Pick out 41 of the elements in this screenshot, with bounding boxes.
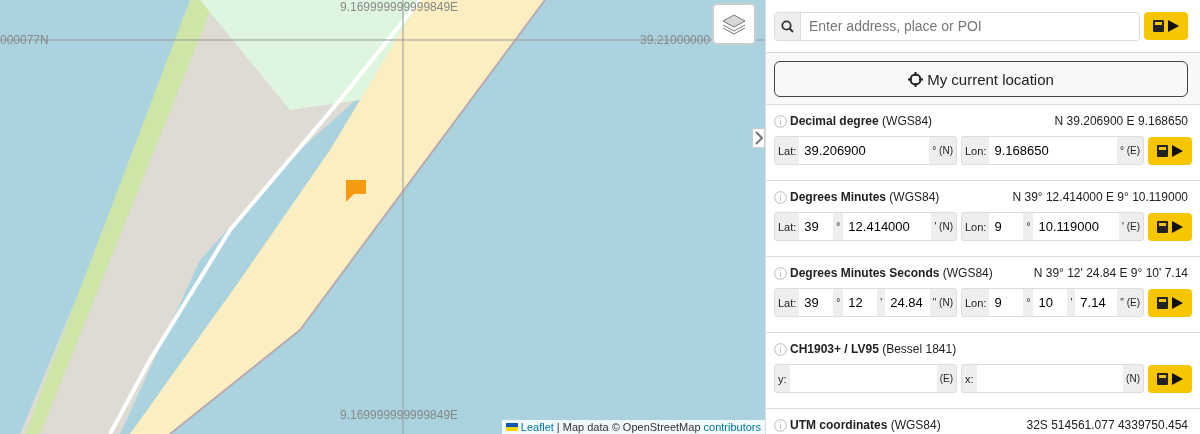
calculator-play-icon [1156,371,1184,386]
collapse-panel-button[interactable] [752,128,765,148]
coordinate-summary: N 39° 12.414000 E 9° 10.119000 [1012,190,1188,204]
zoom-search-icon [775,12,801,40]
calculate-button[interactable] [1148,212,1192,241]
search-field[interactable]: Enter address, place or POI [774,11,1140,41]
calculate-button[interactable] [1148,136,1192,165]
grid-label: 9.169999999999849E [340,408,459,422]
calculate-button[interactable] [1144,12,1188,40]
info-icon[interactable] [774,266,787,280]
info-icon[interactable] [774,342,787,356]
section-title: Degrees Minutes (WGS84) [790,190,940,204]
calculator-play-icon [1156,219,1184,234]
info-icon[interactable] [774,418,787,432]
section-title: Decimal degree (WGS84) [790,114,933,128]
layers-icon [721,12,747,36]
grid-label: 39.21000000 [640,33,711,47]
section-title: Degrees Minutes Seconds (WGS84) [790,266,993,280]
leaflet-link[interactable]: Leaflet [520,421,554,433]
grid-label: 9.169999999999849E [340,0,459,14]
grid-label: 000077N [0,33,49,47]
crosshair-icon [908,71,924,87]
calculate-button[interactable] [1148,288,1192,317]
calculate-button[interactable] [1148,364,1192,393]
calculator-play-icon [1156,143,1184,158]
calculator-play-icon [1152,19,1180,33]
chevron-right-icon [754,131,763,145]
layers-button[interactable] [712,3,756,45]
map-marker-icon[interactable] [346,180,366,202]
contributors-link[interactable]: contributors [703,421,761,433]
info-icon[interactable] [774,190,787,204]
coordinate-summary: N 39.206900 E 9.168650 [1054,114,1188,128]
coordinate-summary: N 39° 12' 24.84 E 9° 10' 7.14 [1033,266,1188,280]
section-title: CH1903+ / LV95 (Bessel 1841) [790,342,957,356]
attribution-text: | Map data © OpenStreetMap [556,421,701,433]
flag-icon [505,423,518,431]
coordinate-summary: 32S 514561.077 4339750.454 [1026,418,1188,432]
current-location-button[interactable]: My current location [774,61,1188,97]
calculator-play-icon [1156,295,1184,310]
section-title: UTM coordinates (WGS84) [790,418,941,432]
info-icon[interactable] [774,114,787,128]
